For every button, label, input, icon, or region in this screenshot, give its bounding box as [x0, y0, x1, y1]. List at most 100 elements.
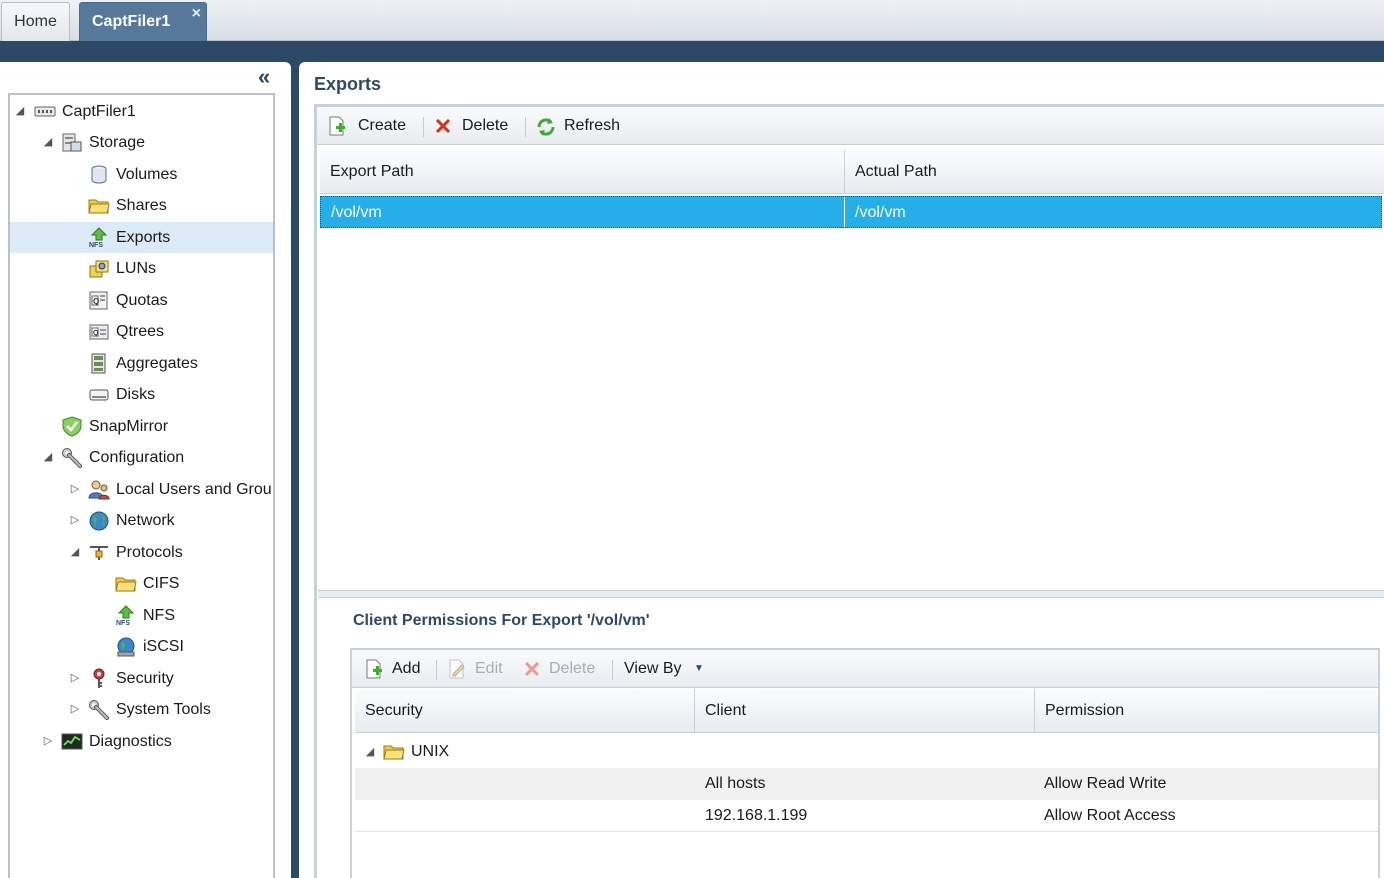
tree-item-label: System Tools	[116, 701, 211, 718]
tree-item-label: LUNs	[116, 260, 157, 277]
nfs-export-icon: NFS	[89, 227, 108, 248]
tree-item-label: Aggregates	[116, 355, 198, 372]
collapse-pane-button[interactable]: «	[258, 66, 280, 88]
lun-icon	[89, 260, 109, 278]
toolbar-separator	[525, 117, 526, 137]
header-band	[0, 41, 1384, 62]
tree-item-label: Disks	[116, 386, 156, 403]
svg-text:NFS: NFS	[89, 242, 103, 248]
tree-item-exports[interactable]: NFS Exports	[10, 222, 273, 253]
toolbar-separator	[436, 660, 437, 680]
chevron-down-icon: ▼	[694, 663, 704, 674]
navigation-tree: ◢ CaptFiler1 ◢ Storage Volumes Shares NF…	[8, 93, 275, 878]
tree-item-volumes[interactable]: Volumes	[10, 159, 273, 190]
delete-permission-button[interactable]: Delete	[522, 650, 602, 688]
table-row[interactable]: All hosts Allow Read Write	[355, 768, 1378, 800]
tab-home[interactable]: Home	[1, 2, 70, 41]
collapsed-twisty-icon[interactable]: ▷	[69, 505, 81, 536]
globe-icon	[89, 511, 109, 531]
volume-icon	[91, 165, 107, 184]
tree-item-nfs[interactable]: NFS NFS	[10, 600, 273, 631]
column-header-export-path[interactable]: Export Path	[320, 150, 845, 194]
table-row[interactable]: /vol/vm /vol/vm	[320, 196, 1382, 228]
tree-item-iscsi[interactable]: iSCSI	[10, 631, 273, 662]
column-header-actual-path[interactable]: Actual Path	[845, 150, 1384, 194]
tree-item-diagnostics[interactable]: ▷ Diagnostics	[10, 726, 273, 757]
create-button[interactable]: Create	[327, 107, 419, 145]
tree-item-label: CIFS	[143, 575, 180, 592]
tree-item-label: Qtrees	[116, 323, 165, 340]
tree-item-label: NFS	[143, 607, 175, 624]
globe-icon	[117, 637, 135, 657]
collapsed-twisty-icon[interactable]: ▷	[42, 726, 54, 757]
collapsed-twisty-icon[interactable]: ▷	[69, 694, 81, 725]
tree-item-luns[interactable]: LUNs	[10, 253, 273, 284]
tree-item-disks[interactable]: Disks	[10, 379, 273, 410]
users-icon	[88, 480, 110, 500]
view-by-dropdown[interactable]: View By ▼	[624, 650, 708, 688]
tree-item-storage[interactable]: ◢ Storage	[10, 127, 273, 158]
create-label: Create	[358, 117, 407, 134]
tree-item-system-tools[interactable]: ▷ System Tools	[10, 694, 273, 725]
tab-captfiler1-label: CaptFiler1	[92, 13, 171, 30]
actual-path-cell: /vol/vm	[855, 204, 906, 221]
column-header-security[interactable]: Security	[355, 689, 695, 733]
tree-item-protocols[interactable]: ◢ Protocols	[10, 537, 273, 568]
expanded-twisty-icon[interactable]: ◢	[42, 442, 54, 473]
splitter[interactable]	[318, 590, 1384, 598]
toolbar-separator	[423, 117, 424, 137]
tree-item-quotas[interactable]: Q Quotas	[10, 285, 273, 316]
disk-icon	[89, 389, 109, 401]
tree-item-label: Network	[116, 512, 175, 529]
refresh-button[interactable]: Refresh	[535, 107, 635, 145]
delete-button[interactable]: Delete	[433, 107, 517, 145]
add-button[interactable]: Add	[364, 650, 426, 688]
collapsed-twisty-icon[interactable]: ▷	[69, 663, 81, 694]
tree-item-label: Shares	[116, 197, 167, 214]
tab-captfiler1[interactable]: CaptFiler1 ×	[79, 2, 207, 41]
column-header-permission[interactable]: Permission	[1035, 689, 1378, 733]
expanded-twisty-icon[interactable]: ◢	[364, 736, 376, 768]
tree-item-configuration[interactable]: ◢ Configuration	[10, 442, 273, 473]
collapsed-twisty-icon[interactable]: ▷	[69, 474, 81, 505]
shield-check-icon	[62, 416, 82, 437]
edit-button[interactable]: Edit	[447, 650, 507, 688]
close-icon[interactable]: ×	[192, 0, 201, 33]
tree-item-cifs[interactable]: CIFS	[10, 568, 273, 599]
svg-text:Q: Q	[93, 297, 99, 306]
tree-item-label: Protocols	[116, 544, 183, 561]
tree-item-shares[interactable]: Shares	[10, 190, 273, 221]
tree-item-label: Diagnostics	[89, 733, 172, 750]
tree-item-snapmirror[interactable]: SnapMirror	[10, 411, 273, 442]
client-cell: All hosts	[705, 775, 766, 792]
add-label: Add	[392, 660, 421, 677]
expanded-twisty-icon[interactable]: ◢	[14, 96, 26, 127]
exports-grid-header: Export Path Actual Path	[320, 150, 1384, 194]
tree-item-captfiler1[interactable]: ◢ CaptFiler1	[10, 96, 273, 127]
client-cell: 192.168.1.199	[705, 807, 808, 824]
permission-cell: Allow Read Write	[1044, 775, 1167, 792]
tree-item-aggregates[interactable]: Aggregates	[10, 348, 273, 379]
svg-text:Q: Q	[93, 330, 99, 337]
column-header-client[interactable]: Client	[695, 689, 1035, 733]
tree-item-label: Volumes	[116, 166, 178, 183]
refresh-icon	[537, 118, 555, 136]
tree-item-label: iSCSI	[143, 638, 184, 655]
expanded-twisty-icon[interactable]: ◢	[69, 537, 81, 568]
table-row[interactable]: 192.168.1.199 Allow Root Access	[355, 800, 1378, 832]
group-label: UNIX	[411, 743, 450, 760]
tree-item-security[interactable]: ▷ Security	[10, 663, 273, 694]
tree-item-label: SnapMirror	[89, 418, 169, 435]
tab-bar: Home CaptFiler1 ×	[0, 0, 1384, 41]
qtree-icon: Q	[89, 324, 109, 340]
nfs-export-icon: NFS	[116, 605, 135, 626]
tree-item-qtrees[interactable]: Q Qtrees	[10, 316, 273, 347]
group-row-unix[interactable]: ◢ UNIX	[355, 736, 1378, 768]
tree-item-network[interactable]: ▷ Network	[10, 505, 273, 536]
page-title: Exports	[314, 74, 382, 94]
tree-item-local-users[interactable]: ▷ Local Users and Grou	[10, 474, 273, 505]
tree-item-label: Local Users and Grou	[116, 481, 272, 498]
tab-home-label: Home	[14, 13, 57, 30]
expanded-twisty-icon[interactable]: ◢	[42, 127, 54, 158]
view-by-label: View By	[624, 660, 682, 677]
